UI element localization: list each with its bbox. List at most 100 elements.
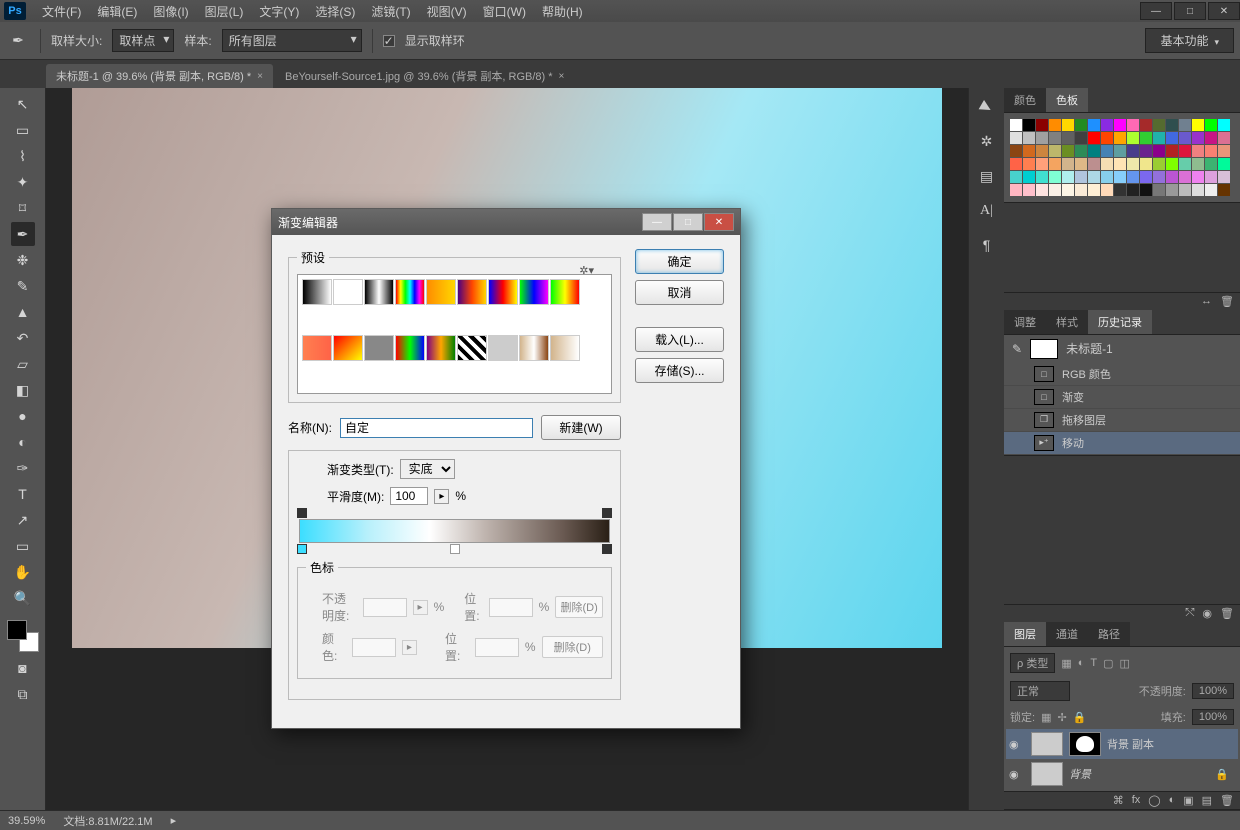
color-stop-right[interactable] (602, 544, 612, 554)
gradient-preset[interactable] (302, 335, 332, 361)
canvas-area[interactable]: 渐变编辑器 — □ ✕ 预设 ✲▾ 名称(N): (46, 88, 968, 810)
swatch[interactable] (1166, 119, 1178, 131)
swatch[interactable] (1049, 132, 1061, 144)
menu-文字(Y)[interactable]: 文字(Y) (251, 1, 307, 22)
swatch[interactable] (1205, 171, 1217, 183)
swatch[interactable] (1088, 132, 1100, 144)
swatch[interactable] (1114, 184, 1126, 196)
swatch[interactable] (1023, 158, 1035, 170)
visibility-icon[interactable]: ◉ (1009, 768, 1025, 781)
swatch[interactable] (1192, 158, 1204, 170)
channels-tab[interactable]: 通道 (1046, 622, 1088, 646)
swatch[interactable] (1140, 184, 1152, 196)
visibility-icon[interactable]: ◉ (1009, 738, 1025, 751)
swatch[interactable] (1205, 132, 1217, 144)
fill-input[interactable]: 100% (1192, 709, 1234, 725)
link-layers-icon[interactable]: ⌘ (1113, 794, 1124, 807)
load-button[interactable]: 载入(L)... (635, 327, 724, 352)
compass-icon[interactable]: ✲ (981, 133, 993, 150)
swatch[interactable] (1140, 171, 1152, 183)
brush-tool[interactable]: ✎ (11, 274, 35, 298)
type-tool[interactable]: T (11, 482, 35, 506)
trash-icon[interactable]: 🗑 (1220, 607, 1234, 620)
pen-tool[interactable]: ✑ (11, 456, 35, 480)
gradient-preset[interactable] (519, 279, 549, 305)
swatch[interactable] (1140, 119, 1152, 131)
lasso-tool[interactable]: ⌇ (11, 144, 35, 168)
gradient-tool[interactable]: ◧ (11, 378, 35, 402)
window-maximize[interactable]: □ (1174, 2, 1206, 20)
swatch[interactable] (1192, 184, 1204, 196)
blend-mode-select[interactable]: 正常 (1010, 681, 1070, 701)
gradient-preset[interactable] (550, 279, 580, 305)
zoom-level[interactable]: 39.59% (8, 815, 45, 827)
swatch[interactable] (1049, 184, 1061, 196)
swatch[interactable] (1075, 184, 1087, 196)
swatch[interactable] (1127, 145, 1139, 157)
swatch[interactable] (1036, 132, 1048, 144)
filter-adjust-icon[interactable]: ◐ (1078, 657, 1085, 669)
swatch[interactable] (1062, 171, 1074, 183)
swatch[interactable] (1205, 158, 1217, 170)
swatch[interactable] (1075, 132, 1087, 144)
gradient-preset[interactable] (333, 279, 363, 305)
swatch[interactable] (1192, 132, 1204, 144)
filter-pixel-icon[interactable]: ▦ (1061, 657, 1071, 670)
swatch[interactable] (1166, 145, 1178, 157)
swatch[interactable] (1036, 171, 1048, 183)
document-tab[interactable]: 未标题-1 @ 39.6% (背景 副本, RGB/8) *× (46, 64, 273, 88)
swatch[interactable] (1205, 119, 1217, 131)
swatch[interactable] (1088, 158, 1100, 170)
magic-wand-tool[interactable]: ✦ (11, 170, 35, 194)
gradient-preset[interactable] (302, 279, 332, 305)
new-gradient-button[interactable]: 新建(W) (541, 415, 621, 440)
path-tool[interactable]: ↗ (11, 508, 35, 532)
blur-tool[interactable]: ● (11, 404, 35, 428)
ok-button[interactable]: 确定 (635, 249, 724, 274)
swatch[interactable] (1127, 132, 1139, 144)
gradient-preview-strip[interactable] (299, 519, 610, 543)
healing-tool[interactable]: ❉ (11, 248, 35, 272)
swatch[interactable] (1179, 119, 1191, 131)
sample-size-select[interactable]: 取样点 (112, 29, 174, 52)
layer-mask-icon[interactable]: ◯ (1148, 794, 1160, 807)
status-menu-icon[interactable]: ▸ (171, 814, 177, 827)
swatch[interactable] (1192, 171, 1204, 183)
swatch[interactable] (1166, 132, 1178, 144)
swatch[interactable] (1166, 158, 1178, 170)
swatch[interactable] (1101, 132, 1113, 144)
swatch[interactable] (1218, 171, 1230, 183)
swatch[interactable] (1153, 119, 1165, 131)
layers-tab[interactable]: 图层 (1004, 622, 1046, 646)
layer-fx-icon[interactable]: fx (1132, 794, 1141, 807)
swatch[interactable] (1218, 184, 1230, 196)
ruler-icon[interactable]: ▤ (980, 168, 993, 185)
swatch[interactable] (1088, 119, 1100, 131)
quickmask-toggle[interactable]: ◙ (11, 656, 35, 680)
delete-layer-icon[interactable]: 🗑 (1220, 794, 1234, 807)
shape-tool[interactable]: ▭ (11, 534, 35, 558)
swatch[interactable] (1127, 171, 1139, 183)
gradient-preset[interactable] (395, 335, 425, 361)
swatch[interactable] (1062, 119, 1074, 131)
menu-图像(I)[interactable]: 图像(I) (145, 1, 196, 22)
lock-pixels-icon[interactable]: ▦ (1041, 711, 1051, 724)
dialog-close[interactable]: ✕ (704, 213, 734, 231)
paragraph-panel-icon[interactable]: ¶ (983, 237, 991, 253)
gradient-preset[interactable] (333, 335, 363, 361)
swatch[interactable] (1192, 145, 1204, 157)
swatch[interactable] (1010, 119, 1022, 131)
swatch[interactable] (1036, 184, 1048, 196)
zoom-tool[interactable]: 🔍 (11, 586, 35, 610)
history-item[interactable]: ❐拖移图层 (1004, 409, 1240, 432)
eyedropper-tool[interactable]: ✒ (11, 222, 35, 246)
crop-tool[interactable]: ⌑ (11, 196, 35, 220)
dialog-minimize[interactable]: — (642, 213, 672, 231)
opacity-input[interactable]: 100% (1192, 683, 1234, 699)
gradient-preset[interactable] (364, 335, 394, 361)
paths-tab[interactable]: 路径 (1088, 622, 1130, 646)
filter-smart-icon[interactable]: ◫ (1120, 657, 1130, 670)
swatch[interactable] (1140, 145, 1152, 157)
history-snapshot[interactable]: ✎ 未标题-1 (1004, 335, 1240, 363)
color-stop-mid[interactable] (450, 544, 460, 554)
